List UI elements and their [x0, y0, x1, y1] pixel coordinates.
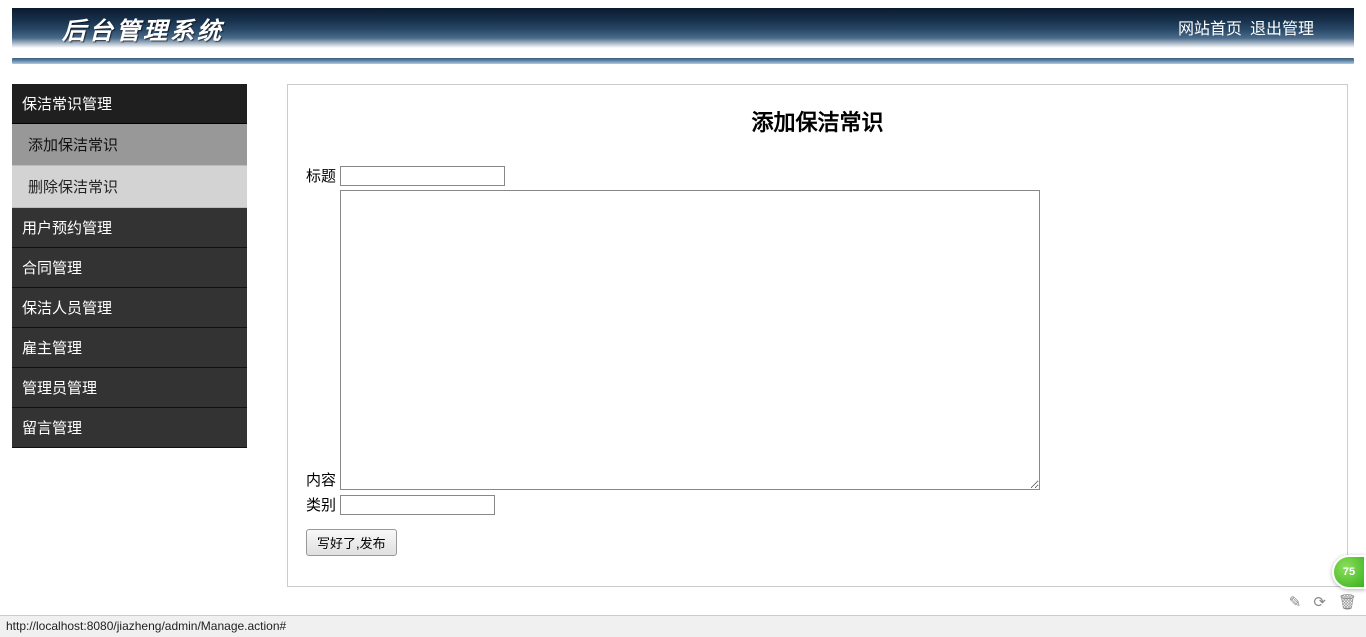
label-content: 内容 — [306, 469, 336, 490]
submit-button[interactable]: 写好了,发布 — [306, 529, 397, 556]
sidebar-section-cleaning-knowledge[interactable]: 保洁常识管理 — [12, 84, 247, 124]
input-title[interactable] — [340, 166, 505, 186]
sidebar-sub-add-knowledge[interactable]: 添加保洁常识 — [12, 124, 247, 166]
sidebar: 保洁常识管理 添加保洁常识 删除保洁常识 用户预约管理 合同管理 保洁人员管理 … — [12, 84, 247, 587]
sidebar-section-contract[interactable]: 合同管理 — [12, 248, 247, 288]
status-bar: http://localhost:8080/jiazheng/admin/Man… — [0, 615, 1366, 637]
header-bar: 后台管理系统 网站首页 退出管理 — [12, 8, 1354, 48]
sidebar-section-employer[interactable]: 雇主管理 — [12, 328, 247, 368]
label-category: 类别 — [306, 494, 336, 515]
sidebar-section-reservation[interactable]: 用户预约管理 — [12, 208, 247, 248]
panel-title: 添加保洁常识 — [306, 105, 1329, 137]
link-home[interactable]: 网站首页 — [1178, 15, 1242, 39]
floating-toolbar: ✎ ⟳ 🗑 — [1289, 593, 1357, 611]
textarea-content[interactable] — [340, 190, 1040, 490]
sidebar-section-message[interactable]: 留言管理 — [12, 408, 247, 448]
progress-badge[interactable]: 75 — [1332, 555, 1366, 589]
row-title: 标题 — [306, 165, 1329, 186]
row-category: 类别 — [306, 494, 1329, 515]
main-panel: 添加保洁常识 标题 内容 类别 写好了,发布 — [287, 84, 1348, 587]
app-title: 后台管理系统 — [62, 11, 224, 46]
input-category[interactable] — [340, 495, 495, 515]
pin-icon[interactable]: ✎ — [1289, 593, 1302, 611]
refresh-icon[interactable]: ⟳ — [1313, 593, 1326, 611]
header-links: 网站首页 退出管理 — [1178, 15, 1314, 39]
status-url: http://localhost:8080/jiazheng/admin/Man… — [6, 619, 286, 633]
sidebar-section-staff[interactable]: 保洁人员管理 — [12, 288, 247, 328]
link-logout[interactable]: 退出管理 — [1250, 15, 1314, 39]
sidebar-sub-delete-knowledge[interactable]: 删除保洁常识 — [12, 166, 247, 208]
label-title: 标题 — [306, 165, 336, 186]
trash-icon[interactable]: 🗑 — [1338, 593, 1357, 611]
sidebar-section-admin[interactable]: 管理员管理 — [12, 368, 247, 408]
row-content: 内容 — [306, 190, 1329, 490]
